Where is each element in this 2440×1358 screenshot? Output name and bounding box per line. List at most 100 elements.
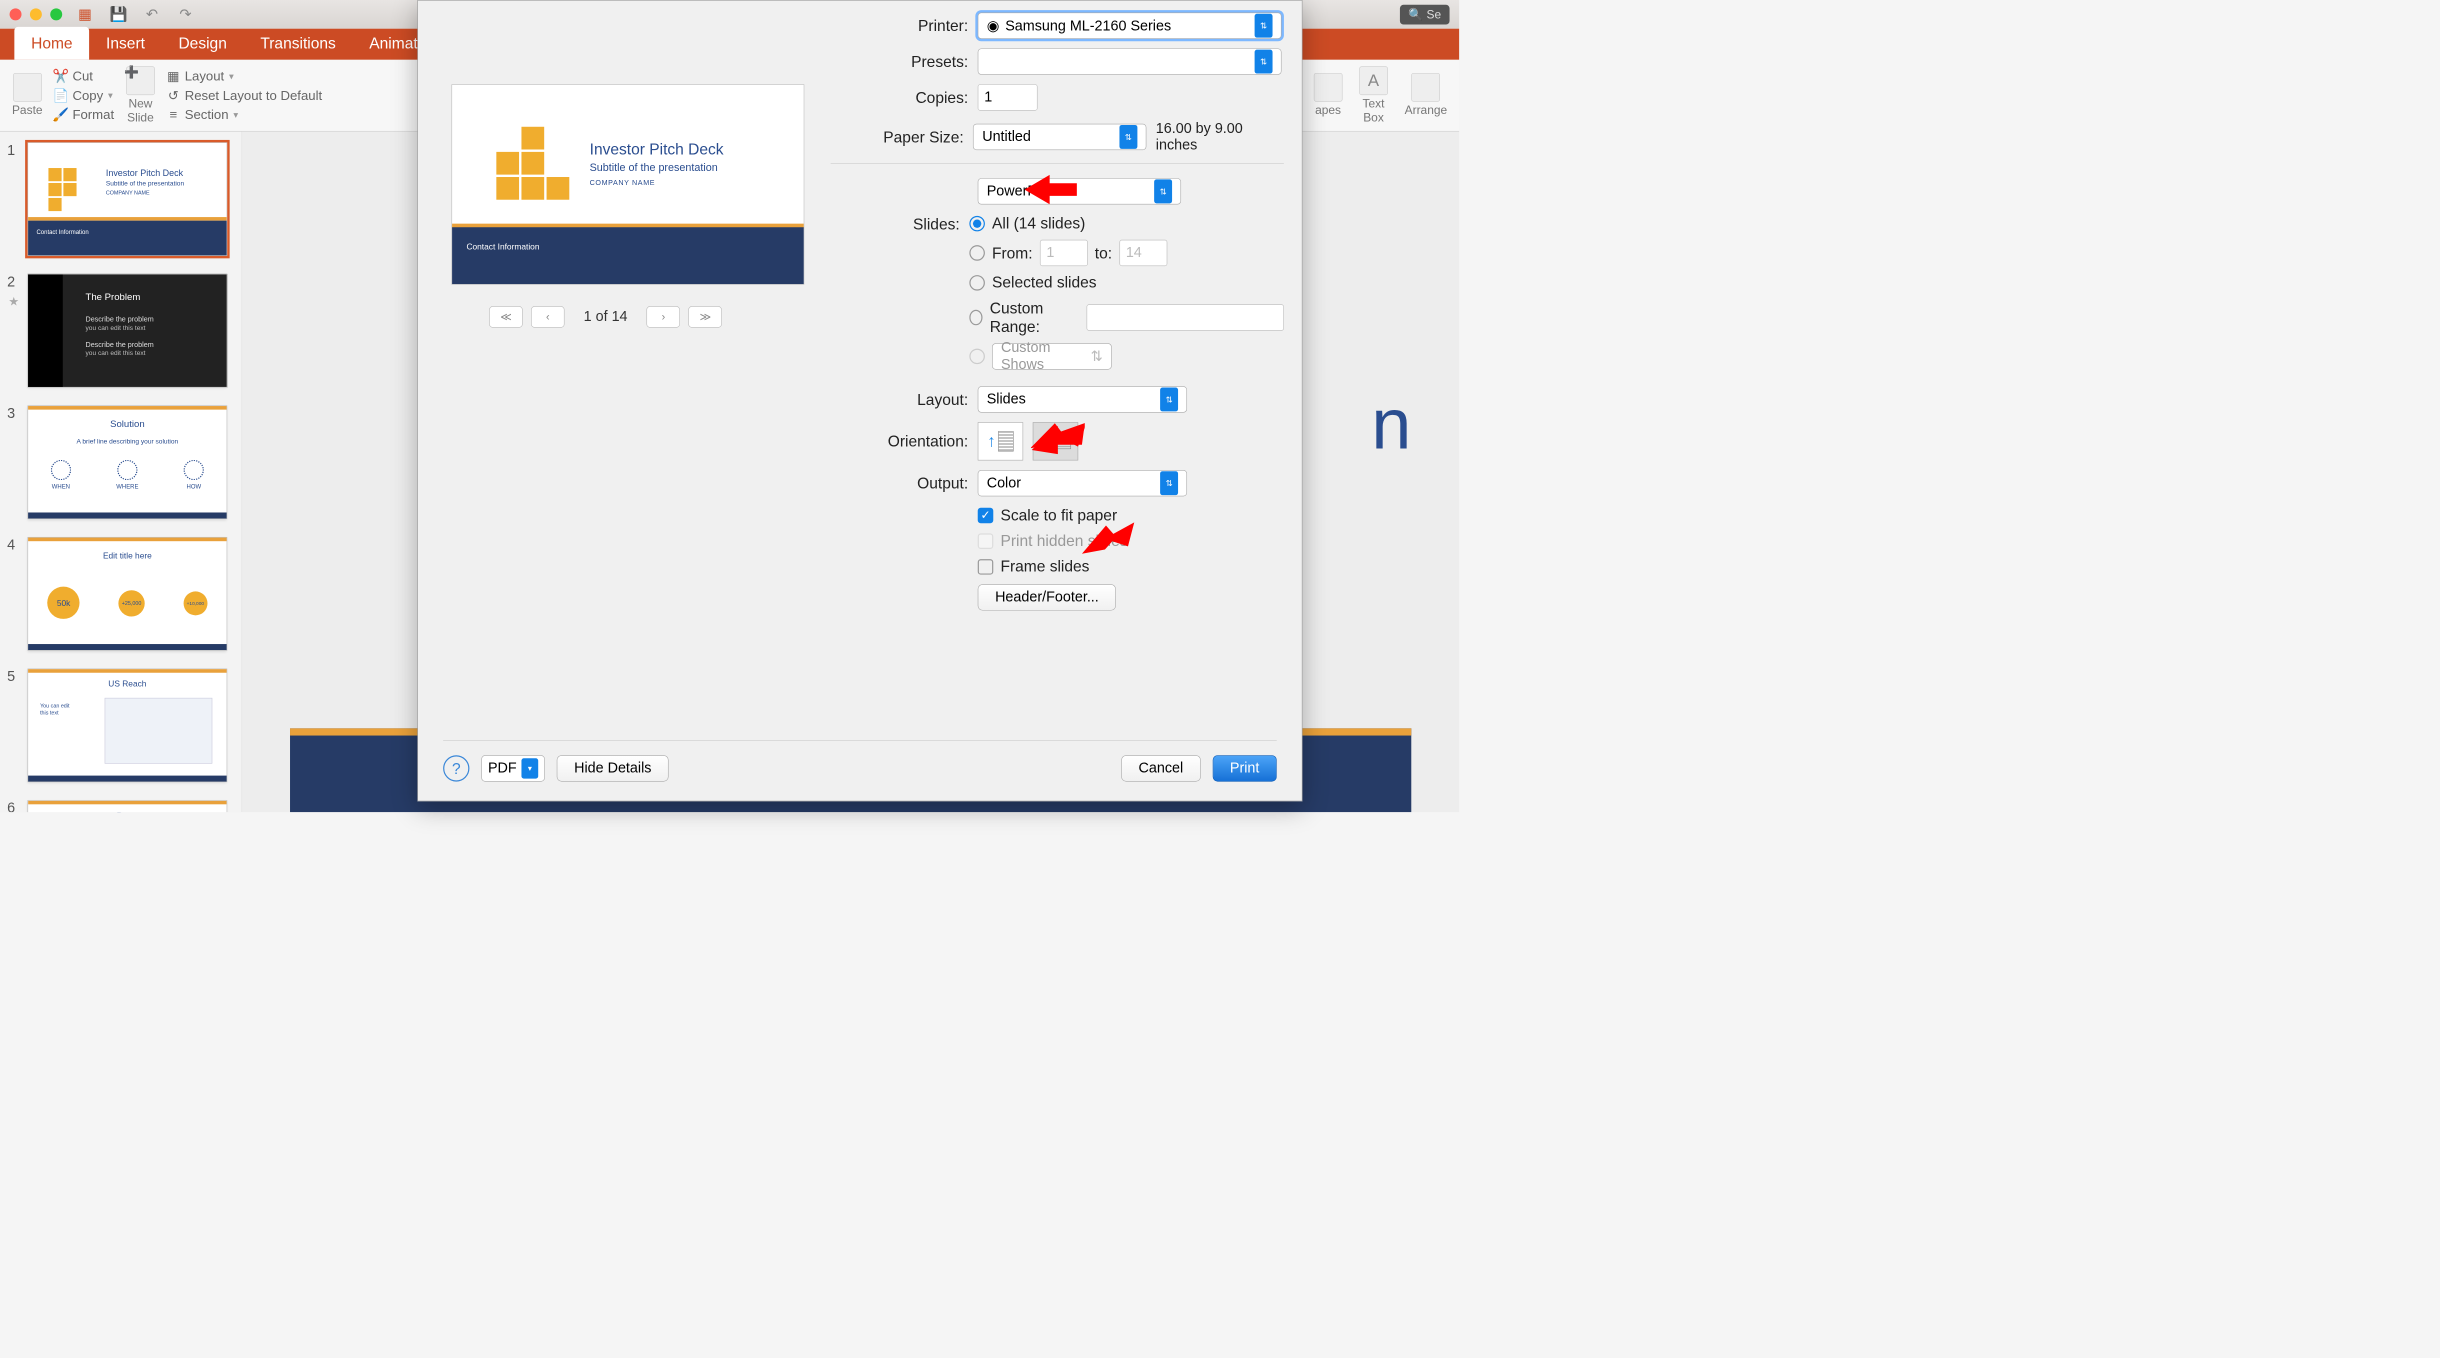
arrange-button[interactable]: Arrange bbox=[1405, 73, 1448, 118]
layout-label: Layout: bbox=[831, 390, 969, 409]
ribbon-right: apes AText Box Arrange bbox=[1314, 60, 1447, 131]
preview-footer: Contact Information bbox=[452, 227, 804, 284]
window-controls bbox=[10, 8, 63, 20]
tab-home[interactable]: Home bbox=[14, 27, 89, 60]
slide-group: ▦Layout▾ ↺Reset Layout to Default ≡Secti… bbox=[167, 68, 322, 122]
slides-from-input[interactable] bbox=[1040, 240, 1088, 266]
shapes-button[interactable]: apes bbox=[1314, 73, 1343, 118]
minimize-window-icon[interactable] bbox=[30, 8, 42, 20]
save-icon[interactable]: 💾 bbox=[110, 6, 127, 23]
pager-next-button[interactable]: › bbox=[647, 306, 680, 328]
pdf-dropdown[interactable]: PDF ▾ bbox=[481, 755, 544, 781]
redo-icon[interactable]: ↷ bbox=[177, 6, 194, 23]
chevron-down-icon: ▾ bbox=[233, 109, 238, 121]
orientation-portrait-button[interactable]: ↑ bbox=[978, 422, 1023, 460]
search-field[interactable]: 🔍 Se bbox=[1400, 4, 1450, 24]
slide-thumbnail[interactable]: The Problem Describe the problem you can… bbox=[28, 274, 228, 388]
annotation-arrow-icon bbox=[1031, 419, 1085, 461]
undo-icon[interactable]: ↶ bbox=[144, 6, 161, 23]
paintbrush-icon: 🖌️ bbox=[55, 108, 68, 121]
custom-range-input[interactable] bbox=[1087, 304, 1284, 330]
pager-first-button[interactable]: ≪ bbox=[489, 306, 522, 328]
chevron-updown-icon: ⇅ bbox=[1154, 179, 1172, 203]
preview-title: Investor Pitch Deck bbox=[590, 140, 724, 159]
star-icon[interactable]: ★ bbox=[8, 294, 19, 309]
section-button[interactable]: ≡Section▾ bbox=[167, 107, 322, 123]
help-button[interactable]: ? bbox=[443, 755, 469, 781]
header-footer-button[interactable]: Header/Footer... bbox=[978, 584, 1116, 610]
cancel-button[interactable]: Cancel bbox=[1121, 755, 1200, 781]
textbox-button[interactable]: AText Box bbox=[1359, 66, 1388, 125]
slide-thumbnail[interactable]: Investor Pitch Deck Subtitle of the pres… bbox=[28, 142, 228, 256]
search-icon: 🔍 bbox=[1408, 8, 1423, 21]
app-section-select[interactable]: PowerPoint ⇅ bbox=[978, 178, 1181, 204]
pager-prev-button[interactable]: ‹ bbox=[531, 306, 564, 328]
custom-shows-select: Custom Shows⇅ bbox=[992, 343, 1112, 369]
printer-select[interactable]: ◉Samsung ML-2160 Series ⇅ bbox=[978, 13, 1282, 39]
textbox-icon: A bbox=[1359, 66, 1388, 95]
annotation-arrow-icon bbox=[1024, 169, 1078, 211]
hide-details-button[interactable]: Hide Details bbox=[557, 755, 669, 781]
preview-company: COMPANY NAME bbox=[590, 178, 656, 186]
frame-slides-checkbox[interactable] bbox=[978, 559, 994, 575]
dialog-footer: ? PDF ▾ Hide Details Cancel Print bbox=[443, 740, 1277, 781]
copies-input[interactable] bbox=[978, 84, 1038, 110]
scale-to-fit-checkbox[interactable]: ✓ bbox=[978, 507, 994, 523]
section-icon: ≡ bbox=[167, 108, 180, 121]
slides-custom-range-radio[interactable] bbox=[969, 310, 982, 326]
close-window-icon[interactable] bbox=[10, 8, 22, 20]
slide-number: 4 bbox=[7, 537, 20, 651]
slide-number: 1 bbox=[7, 142, 20, 256]
slide-thumbnail[interactable]: Solution A brief line describing your so… bbox=[28, 405, 228, 519]
arrow-up-icon: ↑ bbox=[987, 432, 995, 451]
new-slide-icon: ➕ bbox=[126, 66, 155, 95]
format-button[interactable]: 🖌️Format bbox=[55, 107, 115, 123]
slide-thumbnail-panel[interactable]: 1 Investor Pitch Deck Subtitle of the pr… bbox=[0, 132, 242, 813]
chevron-down-icon: ▾ bbox=[108, 89, 113, 101]
slide-thumbnail[interactable]: US Reach You can edit this text bbox=[28, 669, 228, 783]
clipboard-icon bbox=[13, 73, 42, 102]
shapes-icon bbox=[1314, 73, 1343, 102]
tab-design[interactable]: Design bbox=[162, 27, 244, 60]
chevron-updown-icon: ⇅ bbox=[1255, 14, 1273, 38]
new-slide-button[interactable]: ➕ New Slide bbox=[126, 66, 155, 125]
copy-button[interactable]: 📄Copy▾ bbox=[55, 88, 115, 104]
presentation-icon[interactable]: ▦ bbox=[77, 6, 94, 23]
chevron-updown-icon: ⇅ bbox=[1255, 50, 1273, 74]
paper-size-select[interactable]: Untitled ⇅ bbox=[973, 124, 1146, 150]
paste-button[interactable]: Paste bbox=[12, 73, 43, 118]
output-select[interactable]: Color ⇅ bbox=[978, 470, 1187, 496]
layout-icon: ▦ bbox=[167, 70, 180, 83]
page-portrait-icon bbox=[998, 431, 1014, 451]
printer-status-icon: ◉ bbox=[987, 18, 1000, 34]
cut-button[interactable]: ✂️Cut bbox=[55, 68, 115, 84]
slides-label: Slides: bbox=[831, 215, 960, 234]
slide-number: 3 bbox=[7, 405, 20, 519]
presets-label: Presets: bbox=[831, 52, 969, 71]
slide-thumbnail[interactable]: Edit title here 50k +25,000 +10,000 bbox=[28, 537, 228, 651]
slides-all-radio[interactable] bbox=[969, 216, 985, 232]
slides-to-input[interactable] bbox=[1119, 240, 1167, 266]
quick-access-toolbar: ▦ 💾 ↶ ↷ bbox=[77, 6, 194, 23]
print-dialog: Investor Pitch Deck Subtitle of the pres… bbox=[417, 0, 1302, 801]
slides-from-radio[interactable] bbox=[969, 245, 985, 261]
search-placeholder: Se bbox=[1427, 8, 1442, 21]
print-preview: Investor Pitch Deck Subtitle of the pres… bbox=[451, 84, 804, 284]
tab-transitions[interactable]: Transitions bbox=[244, 27, 353, 60]
paper-dimensions: 16.00 by 9.00 inches bbox=[1156, 120, 1284, 153]
tab-insert[interactable]: Insert bbox=[89, 27, 161, 60]
layout-select[interactable]: Slides ⇅ bbox=[978, 386, 1187, 412]
orientation-label: Orientation: bbox=[831, 432, 969, 451]
print-hidden-checkbox bbox=[978, 533, 994, 549]
chevron-down-icon: ▾ bbox=[229, 70, 234, 82]
slides-selected-radio[interactable] bbox=[969, 275, 985, 291]
reset-layout-button[interactable]: ↺Reset Layout to Default bbox=[167, 88, 322, 104]
layout-button[interactable]: ▦Layout▾ bbox=[167, 68, 322, 84]
preview-subtitle: Subtitle of the presentation bbox=[590, 161, 718, 174]
annotation-arrow-icon bbox=[1081, 520, 1135, 562]
slide-thumbnail[interactable]: Press bbox=[28, 800, 228, 812]
print-button[interactable]: Print bbox=[1213, 755, 1277, 781]
pager-last-button[interactable]: ≫ bbox=[689, 306, 722, 328]
maximize-window-icon[interactable] bbox=[50, 8, 62, 20]
presets-select[interactable]: ⇅ bbox=[978, 48, 1282, 74]
